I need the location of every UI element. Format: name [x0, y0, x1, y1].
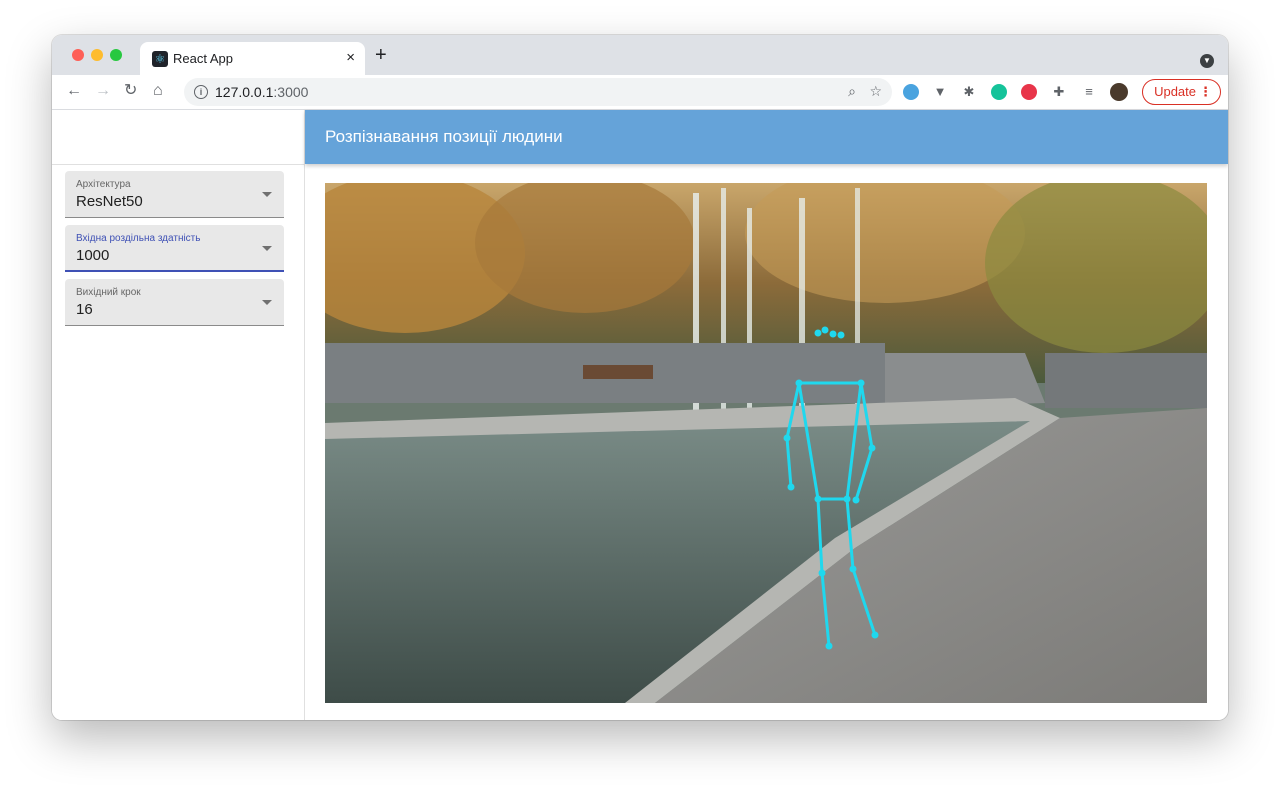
new-tab-button[interactable]: +: [375, 45, 387, 65]
url-port: :3000: [273, 84, 309, 100]
output-stride-value: 16: [76, 301, 93, 318]
update-button[interactable]: Update ⋮: [1142, 79, 1221, 105]
chevron-down-icon: [262, 246, 272, 251]
app-page: Архітектура ResNet50 Вхідна роздільна зд…: [52, 110, 1228, 720]
browser-menu-icon[interactable]: ⋮: [1199, 80, 1212, 104]
site-info-icon[interactable]: i: [194, 85, 208, 99]
close-window-button[interactable]: [72, 49, 84, 61]
url-text[interactable]: 127.0.0.1:3000: [215, 84, 308, 100]
browser-window: ⚛ React App × + ▼ ← → ↻ ⌂ i 127.0.0.1:30…: [52, 35, 1228, 720]
pose-video-canvas: [325, 183, 1207, 703]
tab-strip: ⚛ React App × + ▼: [52, 35, 1228, 75]
chevron-down-icon: [262, 192, 272, 197]
output-stride-select[interactable]: Вихідний крок 16: [65, 279, 284, 326]
home-icon[interactable]: ⌂: [153, 81, 163, 101]
architecture-value: ResNet50: [76, 193, 143, 210]
app-bar: Розпізнавання позиції людини: [305, 110, 1228, 164]
update-label: Update: [1154, 84, 1196, 99]
zoom-icon[interactable]: ⌕: [848, 83, 856, 100]
sidebar-header: [52, 110, 304, 165]
extensions-puzzle-icon[interactable]: ✚: [1051, 84, 1067, 100]
output-stride-label: Вихідний крок: [76, 287, 141, 298]
url-host: 127.0.0.1: [215, 84, 274, 100]
adblock-icon[interactable]: [1021, 84, 1037, 100]
extension-blue-icon[interactable]: [903, 84, 919, 100]
react-favicon-icon: ⚛: [152, 51, 168, 67]
input-resolution-select[interactable]: Вхідна роздільна здатність 1000: [65, 225, 284, 272]
chevron-down-icon: [262, 300, 272, 305]
minimize-window-button[interactable]: [91, 49, 103, 61]
extension-vue-icon[interactable]: ▼: [932, 84, 948, 100]
profile-avatar[interactable]: [1110, 83, 1128, 101]
tab-close-icon[interactable]: ×: [346, 49, 355, 66]
input-resolution-value: 1000: [76, 247, 110, 264]
grammarly-icon[interactable]: [991, 84, 1007, 100]
settings-sidebar: Архітектура ResNet50 Вхідна роздільна зд…: [52, 110, 305, 720]
tab-title: React App: [173, 51, 233, 66]
input-resolution-label: Вхідна роздільна здатність: [76, 233, 201, 244]
architecture-label: Архітектура: [76, 179, 131, 190]
reading-list-icon[interactable]: ≡: [1081, 84, 1097, 100]
browser-tab[interactable]: ⚛ React App ×: [140, 42, 365, 75]
architecture-select[interactable]: Архітектура ResNet50: [65, 171, 284, 218]
address-bar[interactable]: i 127.0.0.1:3000 ⌕ ☆: [184, 78, 892, 106]
tab-search-icon[interactable]: ▼: [1200, 54, 1214, 68]
video-frame: [325, 183, 1207, 703]
back-arrow-icon[interactable]: ←: [66, 81, 82, 101]
bookmark-star-icon[interactable]: ☆: [869, 83, 882, 100]
browser-toolbar: ← → ↻ ⌂ i 127.0.0.1:3000 ⌕ ☆ ▼ ✱ ✚ ≡ Upd…: [52, 75, 1228, 110]
maximize-window-button[interactable]: [110, 49, 122, 61]
page-title: Розпізнавання позиції людини: [325, 127, 563, 146]
forward-arrow-icon[interactable]: →: [95, 81, 111, 101]
extension-gear-icon[interactable]: ✱: [961, 84, 977, 100]
reload-icon[interactable]: ↻: [124, 81, 137, 101]
